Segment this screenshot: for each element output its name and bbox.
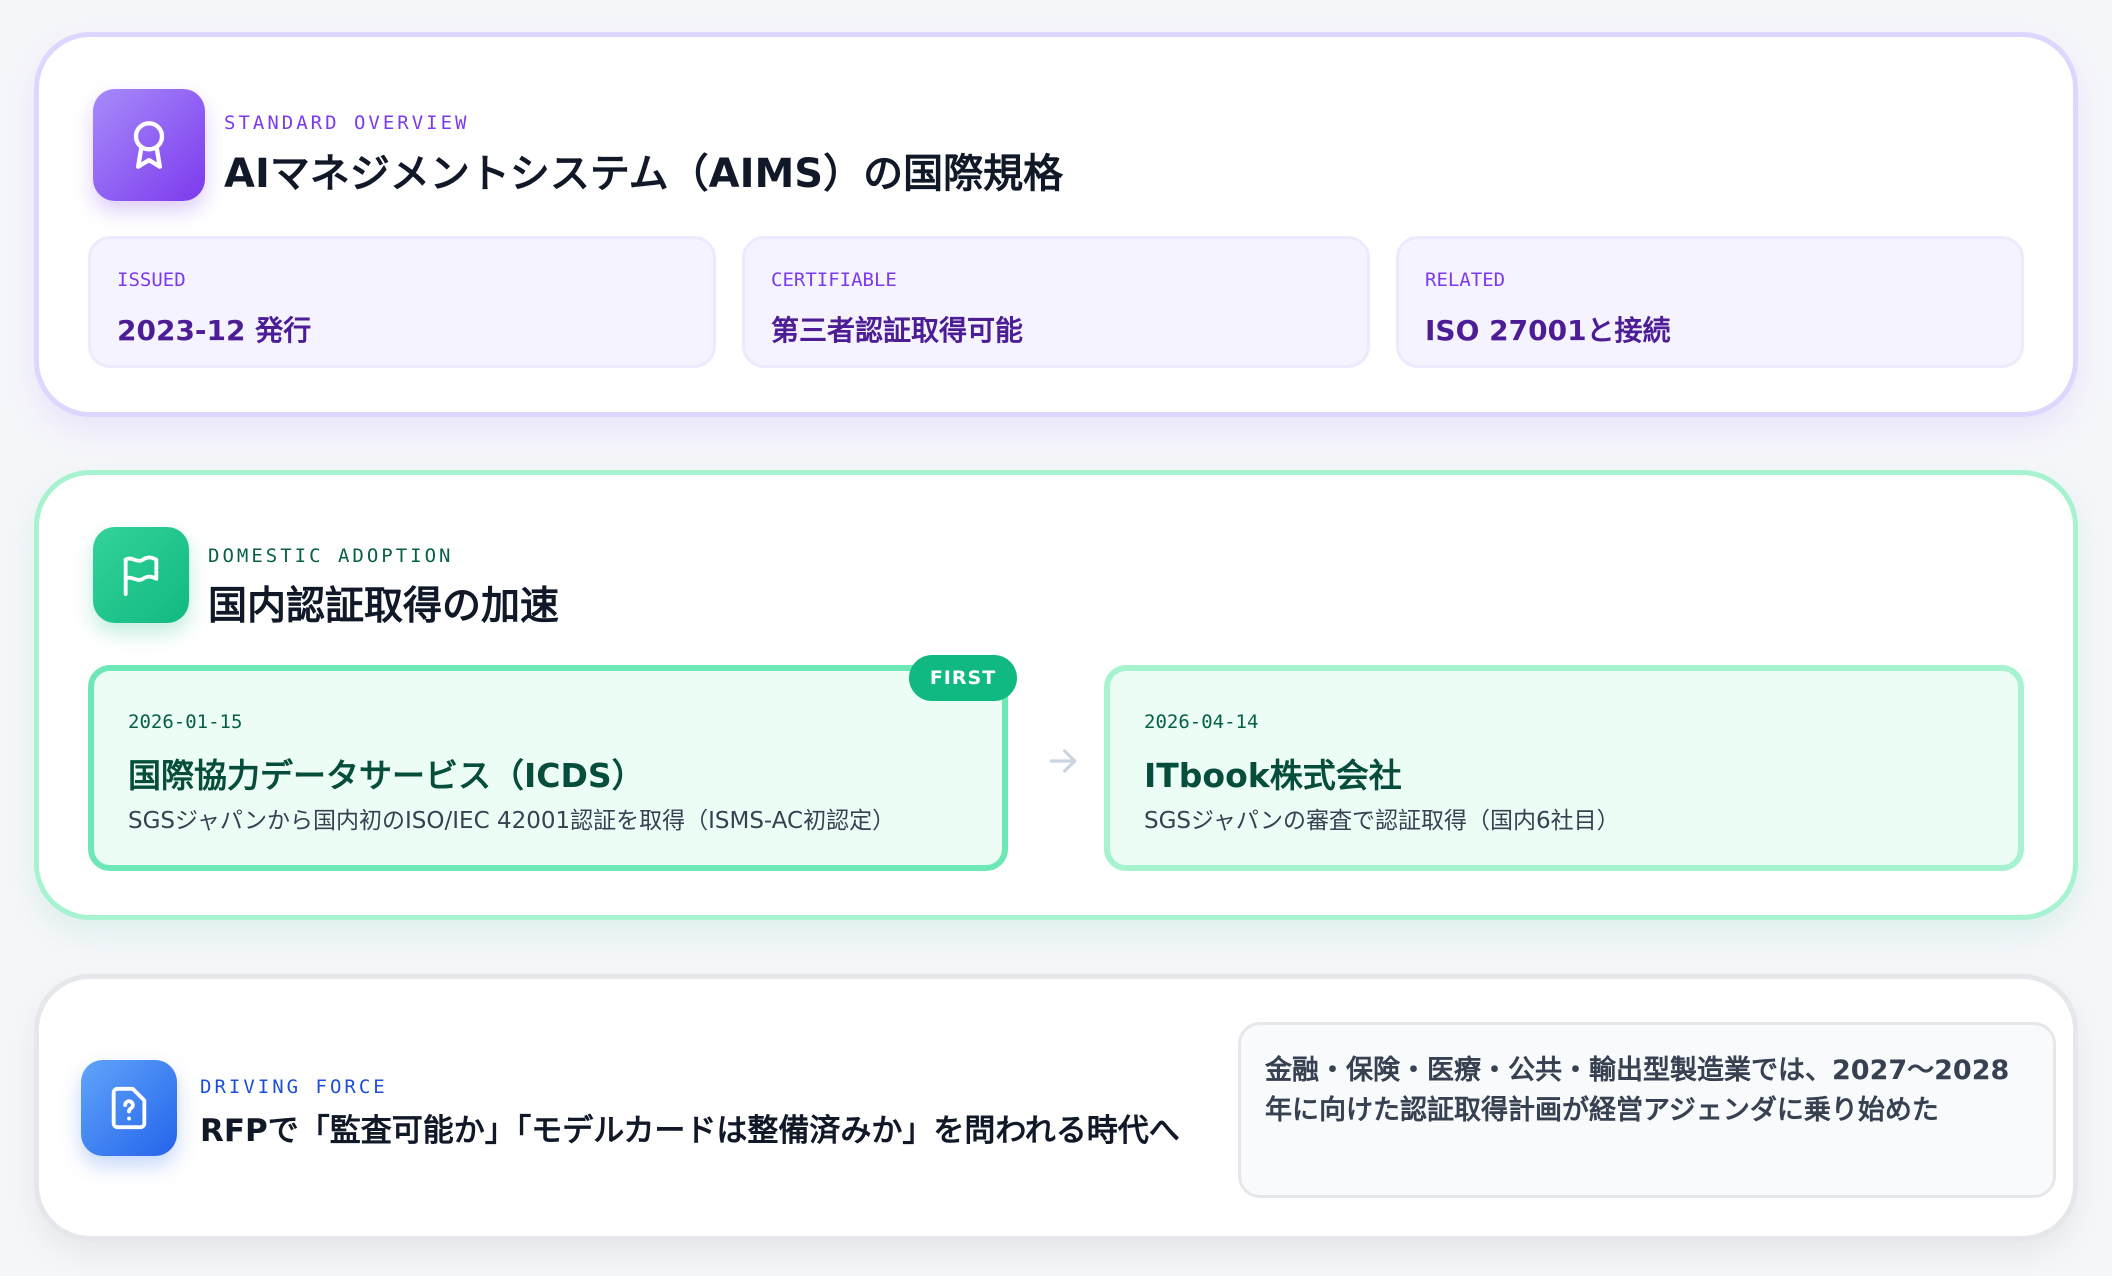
fact-label: CERTIFIABLE [771, 269, 897, 291]
event-second: 2026-04-14 ITbook株式会社 SGSジャパンの審査で認証取得（国内… [1104, 665, 2024, 871]
event-date: 2026-04-14 [1144, 711, 1259, 733]
first-badge: FIRST [909, 655, 1017, 701]
fact-label: RELATED [1425, 269, 1506, 291]
fact-certifiable: CERTIFIABLE 第三者認証取得可能 [742, 236, 1370, 368]
standard-overview-card: STANDARD OVERVIEW AIマネジメントシステム（AIMS）の国際規… [34, 32, 2078, 417]
document-question-icon [81, 1060, 177, 1156]
standard-title: AIマネジメントシステム（AIMS）の国際規格 [224, 151, 1064, 197]
event-desc: SGSジャパンから国内初のISO/IEC 42001認証を取得（ISMS-AC初… [128, 808, 896, 834]
event-desc: SGSジャパンの審査で認証取得（国内6社目） [1144, 808, 1620, 834]
event-name: ITbook株式会社 [1144, 756, 1402, 795]
standard-kicker: STANDARD OVERVIEW [224, 112, 470, 134]
arrow-right-icon [1049, 749, 1077, 773]
fact-value: ISO 27001と接続 [1425, 314, 1671, 347]
fact-issued: ISSUED 2023-12 発行 [88, 236, 716, 368]
driving-note: 金融・保険・医療・公共・輸出型製造業では、2027〜2028年に向けた認証取得計… [1238, 1022, 2056, 1198]
adoption-kicker: DOMESTIC ADOPTION [208, 545, 454, 567]
driving-title: RFPで「監査可能か」「モデルカードは整備済みか」を問われる時代へ [200, 1113, 1180, 1149]
fact-value: 第三者認証取得可能 [771, 314, 1024, 347]
fact-related: RELATED ISO 27001と接続 [1396, 236, 2024, 368]
driving-kicker: DRIVING FORCE [200, 1076, 388, 1098]
fact-value: 2023-12 発行 [117, 314, 312, 347]
driving-force-card: DRIVING FORCE RFPで「監査可能か」「モデルカードは整備済みか」を… [34, 974, 2078, 1241]
fact-label: ISSUED [117, 269, 186, 291]
award-icon [93, 89, 205, 201]
event-date: 2026-01-15 [128, 711, 243, 733]
event-name: 国際協力データサービス（ICDS） [128, 756, 645, 795]
event-first: 2026-01-15 国際協力データサービス（ICDS） SGSジャパンから国内… [88, 665, 1008, 871]
adoption-title: 国内認証取得の加速 [208, 584, 560, 629]
flag-icon [93, 527, 189, 623]
domestic-adoption-card: DOMESTIC ADOPTION 国内認証取得の加速 2026-01-15 国… [34, 470, 2078, 920]
